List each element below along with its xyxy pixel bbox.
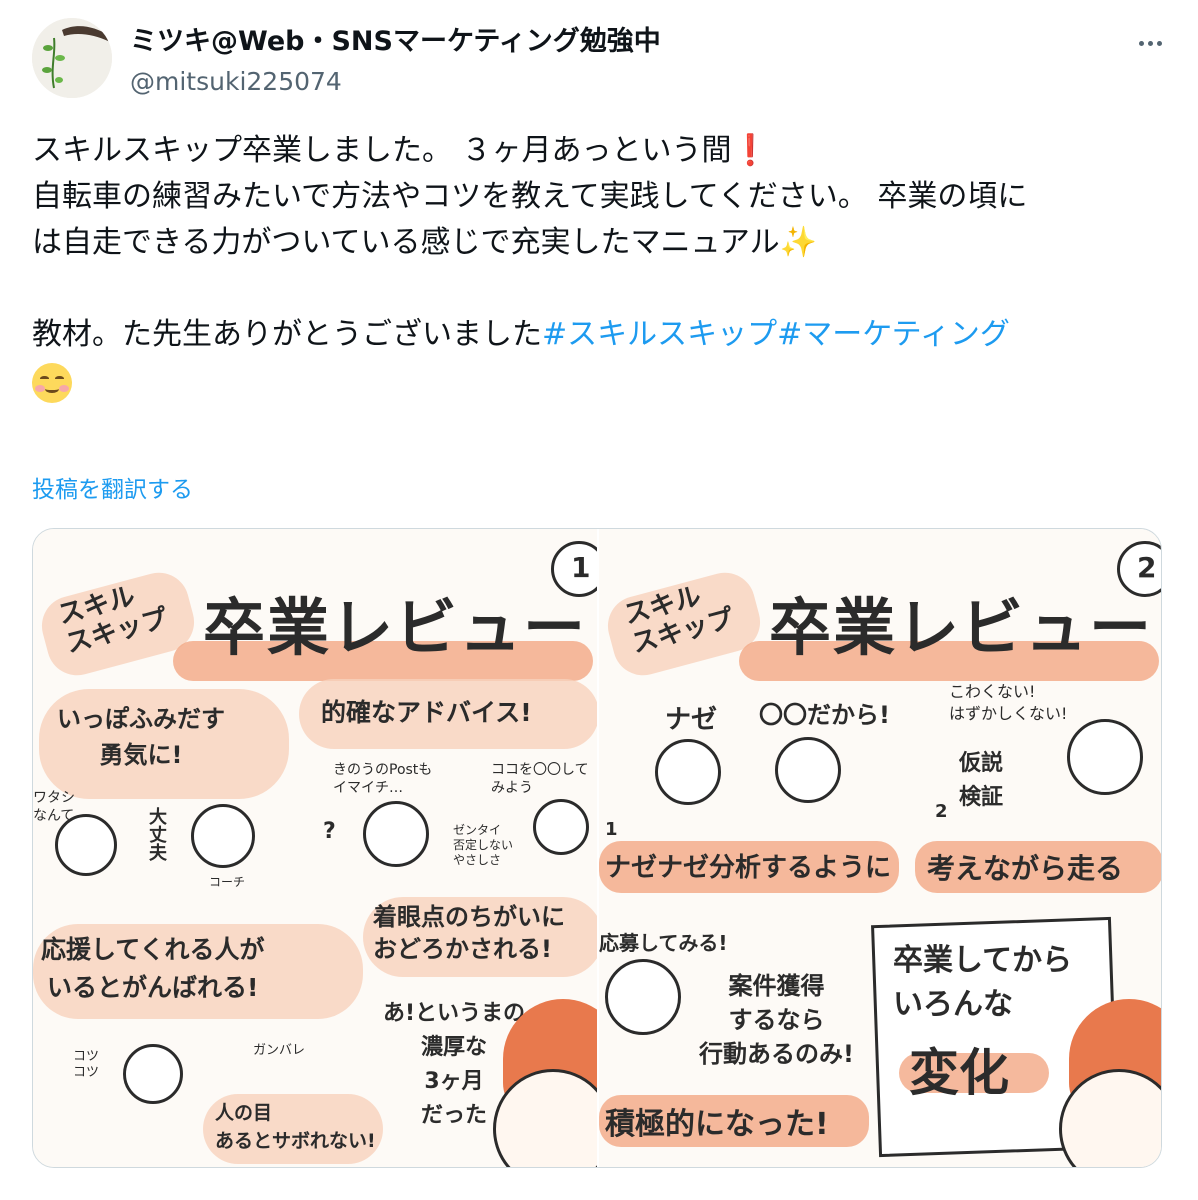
note-nazenaze: ナゼナゼ分析するように [605, 853, 892, 883]
note-oubo: 応募してみる! [599, 931, 728, 955]
tweet-line-4: 教材。た先生ありがとうございました#スキルスキップ#マーケティング [32, 317, 1010, 352]
image-title: 卒業レビュー [203, 591, 588, 664]
tweet-line-1: スキルスキップ卒業しました。 ３ヶ月あっという間❗ [32, 133, 769, 168]
hashtag-skillskip[interactable]: #スキルスキップ [542, 317, 777, 352]
exclamation-emoji-icon: ❗ [731, 133, 769, 168]
media-gallery: スキル スキップ 1 卒業レビュー いっぽふみだす 勇気に! 的確なアドバイス!… [32, 528, 1162, 1168]
avatar-plant-image [32, 18, 112, 98]
note-daijoubu: 大丈夫 [146, 807, 167, 861]
display-name[interactable]: ミツキ@Web・SNSマーケティング勉強中 [130, 22, 661, 62]
bubble-courage: いっぽふみだす 勇気に! [57, 705, 225, 769]
note-hitono: 人の目 あるとサボれない! [215, 1102, 376, 1152]
note-sekkyoku: 積極的になった! [605, 1107, 829, 1142]
hashtag-marketing[interactable]: #マーケティング [777, 317, 1010, 352]
user-handle[interactable]: @mitsuki225074 [130, 62, 661, 102]
note-kangaenagara: 考えながら走る [927, 852, 1124, 885]
label-coach-1: コーチ [209, 875, 246, 889]
more-options-icon[interactable] [1128, 28, 1172, 58]
num-2: 2 [935, 801, 948, 822]
tweet-text: スキルスキップ卒業しました。 ３ヶ月あっという間❗ 自転車の練習みたいで方法やコ… [32, 128, 1162, 404]
tweet-line-2: 自転車の練習みたいで方法やコツを教えて実践してください。 卒業の頃に [32, 179, 1028, 214]
note-anken: 案件獲得 するなら 行動あるのみ! [699, 972, 854, 1068]
smiling-face-emoji-icon [32, 362, 72, 403]
note-ouen: 応援してくれる人が いるとがんばれる! [41, 935, 265, 1002]
note-kokowo: ココを〇〇して みよう [491, 762, 589, 796]
bubble-advice: 的確なアドバイス! [321, 698, 532, 727]
tweet-header: ミツキ@Web・SNSマーケティング勉強中 @mitsuki225074 [32, 18, 1172, 104]
note-kotsu: コツ コツ [73, 1049, 100, 1080]
note-zentai: ゼンタイ 否定しない やさしさ [453, 823, 514, 867]
note-kinou: きのうのPostも イマイチ… [333, 762, 433, 796]
tweet-line-5 [32, 358, 1162, 404]
note-henka: 変化 [909, 1044, 1009, 1102]
image-title-2: 卒業レビュー [769, 591, 1154, 664]
tweet-line-3: は自走できる力がついている感じで充実したマニュアル✨ [32, 225, 817, 260]
translate-post-link[interactable]: 投稿を翻訳する [32, 470, 193, 504]
media-image-2[interactable]: スキル スキップ 2 卒業レビュー ナゼ 〇〇だから! こわくない! はずかしく… [597, 529, 1161, 1167]
user-info: ミツキ@Web・SNSマーケティング勉強中 @mitsuki225074 [130, 22, 661, 102]
avatar[interactable] [32, 18, 112, 98]
note-naze: ナゼ [665, 705, 718, 735]
note-chakugan: 着眼点のちがいに おどろかされる! [373, 903, 565, 963]
sparkles-emoji-icon: ✨ [779, 225, 817, 260]
note-kowaku: こわくない! はずかしくない! [949, 682, 1068, 723]
media-image-1[interactable]: スキル スキップ 1 卒業レビュー いっぽふみだす 勇気に! 的確なアドバイス!… [33, 529, 597, 1167]
note-sotsugyou: 卒業してから いろんな [893, 943, 1073, 1022]
num-1: 1 [605, 819, 618, 840]
note-kasetsu: 仮説 検証 [959, 751, 1004, 810]
note-question: ? [323, 819, 336, 844]
note-dakara: 〇〇だから! [759, 701, 890, 729]
note-ganbare: ガンバレ [253, 1043, 306, 1058]
